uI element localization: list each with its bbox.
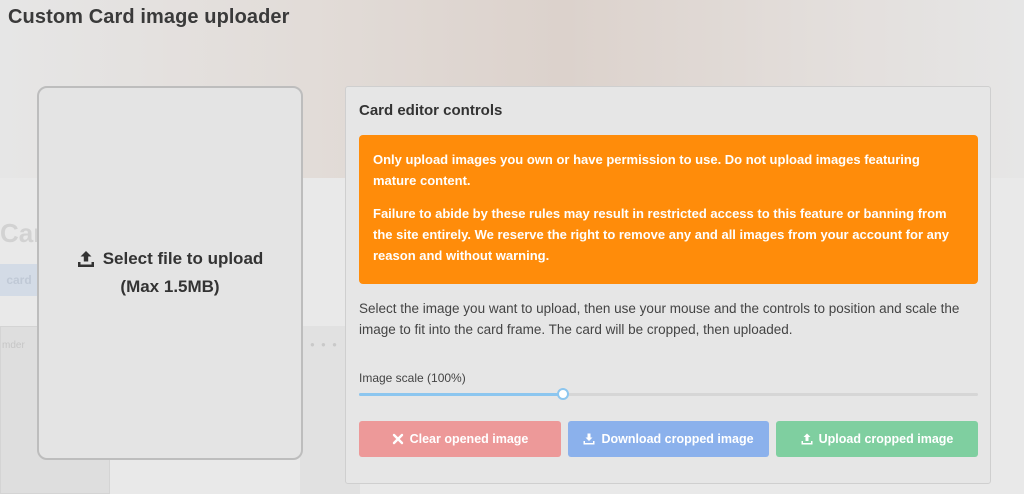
upload-size-limit: (Max 1.5MB) xyxy=(120,277,220,296)
close-icon xyxy=(392,433,403,445)
warning-paragraph-1: Only upload images you own or have permi… xyxy=(373,152,920,188)
image-scale-slider[interactable] xyxy=(359,387,978,401)
download-cropped-label: Download cropped image xyxy=(601,432,754,446)
upload-icon xyxy=(801,433,813,445)
upload-icon xyxy=(77,251,94,267)
upload-prompt: Select file to upload xyxy=(77,249,264,269)
modal-title: Custom Card image uploader xyxy=(8,6,290,28)
file-upload-dropzone[interactable]: Select file to upload (Max 1.5MB) xyxy=(37,86,303,460)
instructions-text: Select the image you want to upload, the… xyxy=(359,301,960,337)
background-card-label: mder xyxy=(2,340,25,351)
slider-fill xyxy=(359,393,564,396)
clear-image-button[interactable]: Clear opened image xyxy=(359,421,561,457)
upload-cropped-label: Upload cropped image xyxy=(818,432,954,446)
upload-cropped-button[interactable]: Upload cropped image xyxy=(776,421,978,457)
background-chip: card xyxy=(0,264,38,296)
slider-thumb[interactable] xyxy=(557,388,570,400)
clear-image-label: Clear opened image xyxy=(409,432,529,446)
panel-heading: Card editor controls xyxy=(359,102,503,119)
card-editor-controls-panel: Card editor controls Only upload images … xyxy=(345,86,991,484)
background-dots: ● ● ● xyxy=(310,340,339,349)
action-buttons: Clear opened image Download cropped imag… xyxy=(359,421,978,457)
warning-alert: Only upload images you own or have permi… xyxy=(359,135,978,284)
download-cropped-button[interactable]: Download cropped image xyxy=(568,421,769,457)
download-icon xyxy=(583,433,595,445)
warning-paragraph-2: Failure to abide by these rules may resu… xyxy=(373,206,950,263)
image-scale-label: Image scale (100%) xyxy=(359,371,466,385)
upload-prompt-text: Select file to upload xyxy=(102,249,264,268)
